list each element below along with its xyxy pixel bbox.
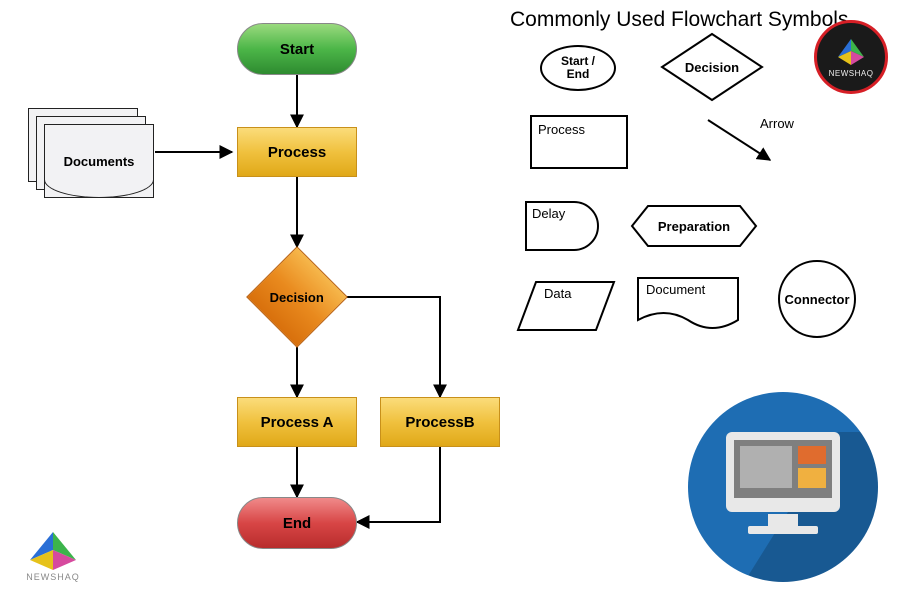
legend-arrow-label: Arrow [760,116,794,131]
computer-icon [688,392,878,582]
flow-documents-label: Documents [64,154,135,169]
legend-preparation: Preparation [630,204,758,248]
brand-logo-text: NEWSHAQ [18,572,88,582]
legend-process: Process [530,115,628,169]
brand-badge: NEWSHAQ [814,20,888,94]
flow-decision: Decision [247,247,347,347]
legend-decision: Decision [660,32,764,102]
brand-logo-icon [26,530,80,572]
legend-start-end-label: Start / End [561,55,595,81]
legend-delay-label: Delay [532,206,565,221]
flow-process: Process [237,127,357,177]
brand-logo-small: NEWSHAQ [18,530,88,582]
legend-process-label: Process [538,122,585,137]
legend-decision-label: Decision [660,32,764,102]
flow-documents: Documents [28,108,158,198]
flow-process-b: ProcessB [380,397,500,447]
flow-process-a: Process A [237,397,357,447]
flow-process-label: Process [268,144,326,161]
flow-start: Start [237,23,357,75]
flow-start-label: Start [280,41,314,58]
legend-start-end: Start / End [540,45,616,91]
flow-end-label: End [283,515,311,532]
legend-connector-label: Connector [785,292,850,307]
flow-process-b-label: ProcessB [405,414,474,431]
legend-title: Commonly Used Flowchart Symbols [510,8,848,32]
flow-decision-label: Decision [270,290,324,305]
legend-connector: Connector [778,260,856,338]
legend-data: Data [516,280,616,332]
flow-end: End [237,497,357,549]
legend-document-label: Document [646,282,705,297]
legend-data-label: Data [544,286,571,301]
legend-preparation-label: Preparation [630,204,758,248]
legend-delay: Delay [524,200,604,252]
legend-arrow: Arrow [700,112,800,172]
brand-badge-text: NEWSHAQ [829,69,874,78]
legend-document: Document [636,276,740,336]
flow-process-a-label: Process A [261,414,334,431]
brand-badge-icon [836,37,866,67]
